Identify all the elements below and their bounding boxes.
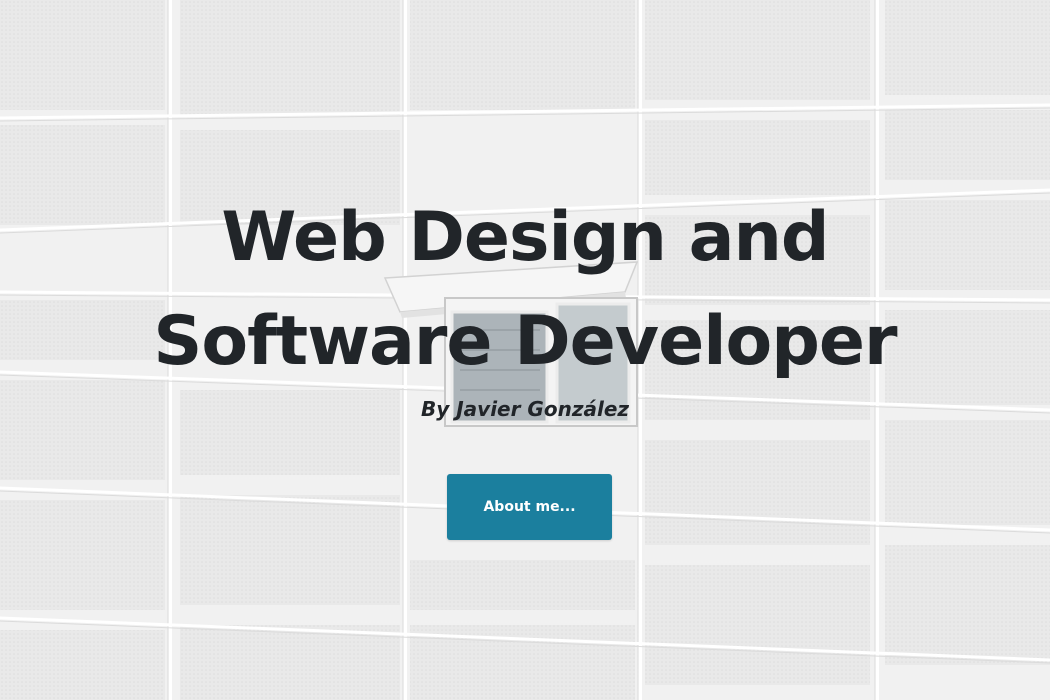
about-me-button[interactable]: About me... [447, 474, 612, 540]
hero-title: Web Design and Software Developer [0, 186, 1050, 394]
hero-title-line-1: Web Design and [221, 198, 829, 277]
hero-title-line-2: Software Developer [153, 302, 897, 381]
hero-section: Web Design and Software Developer By Jav… [0, 0, 1050, 700]
hero-subtitle: By Javier González [420, 397, 630, 421]
hero-content: Web Design and Software Developer By Jav… [0, 0, 1050, 700]
